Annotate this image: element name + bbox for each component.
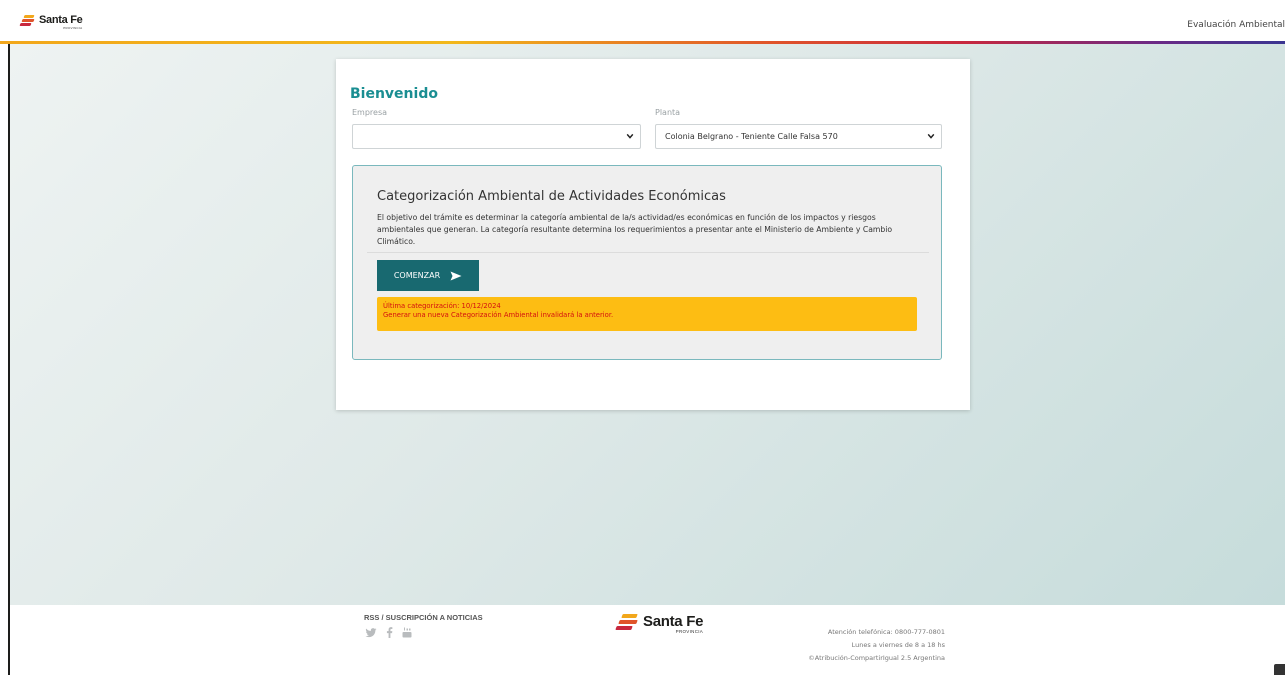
youtube-icon[interactable]	[402, 627, 412, 638]
evaluacion-ambiental-link[interactable]: Evaluación Ambiental	[1187, 20, 1285, 30]
planta-select[interactable]: Colonia Belgrano - Teniente Calle Falsa …	[655, 124, 942, 149]
santa-fe-logo[interactable]: Santa Fe PROVINCIA	[19, 14, 83, 30]
planta-label: Planta	[655, 108, 681, 117]
tramite-title: Categorización Ambiental de Actividades …	[377, 189, 726, 204]
page-title: Bienvenido	[350, 86, 438, 102]
footer-santa-fe-logo[interactable]: Santa Fe PROVINCIA	[615, 613, 704, 634]
hours-text: Lunes a viernes de 8 a 18 hs	[851, 641, 945, 649]
chevron-down-icon	[626, 133, 634, 139]
empresa-select[interactable]	[352, 124, 641, 149]
invalidate-warning-text: Generar una nueva Categorización Ambient…	[383, 311, 614, 319]
planta-value: Colonia Belgrano - Teniente Calle Falsa …	[665, 132, 838, 141]
tramite-panel: Categorización Ambiental de Actividades …	[352, 165, 942, 360]
send-arrow-icon	[450, 271, 462, 280]
social-links	[365, 627, 412, 638]
tramite-description: El objetivo del trámite es determinar la…	[377, 213, 893, 246]
logo-subtext: PROVINCIA	[63, 26, 83, 30]
logo-stripes-icon	[615, 614, 638, 631]
warning-alert: Última categorización: 10/12/2024 Genera…	[377, 297, 917, 331]
rss-link[interactable]: RSS / SUSCRIPCIÓN A NOTICIAS	[364, 613, 483, 622]
floating-widget-icon[interactable]	[1274, 664, 1285, 675]
footer: RSS / SUSCRIPCIÓN A NOTICIAS Santa Fe PR…	[10, 605, 1285, 675]
twitter-icon[interactable]	[365, 627, 377, 638]
welcome-card: Bienvenido Empresa Planta Colonia Belgra…	[336, 59, 970, 410]
comenzar-label: COMENZAR	[393, 271, 441, 280]
top-bar: Santa Fe PROVINCIA Evaluación Ambiental	[0, 0, 1285, 44]
empresa-label: Empresa	[352, 108, 388, 117]
logo-stripes-icon	[19, 15, 35, 27]
logo-text: Santa Fe	[643, 613, 704, 630]
last-categorization-text: Última categorización: 10/12/2024	[383, 302, 501, 310]
logo-text: Santa Fe	[39, 14, 83, 26]
phone-text: Atención telefónica: 0800-777-0801	[827, 628, 945, 636]
facebook-icon[interactable]	[386, 627, 393, 638]
comenzar-button[interactable]: COMENZAR	[377, 260, 479, 291]
license-link[interactable]: ©Atribución-CompartirIgual 2.5 Argentina	[808, 652, 945, 665]
contact-info: Atención telefónica: 0800-777-0801 Lunes…	[808, 626, 945, 665]
chevron-down-icon	[927, 133, 935, 139]
divider	[367, 252, 929, 253]
